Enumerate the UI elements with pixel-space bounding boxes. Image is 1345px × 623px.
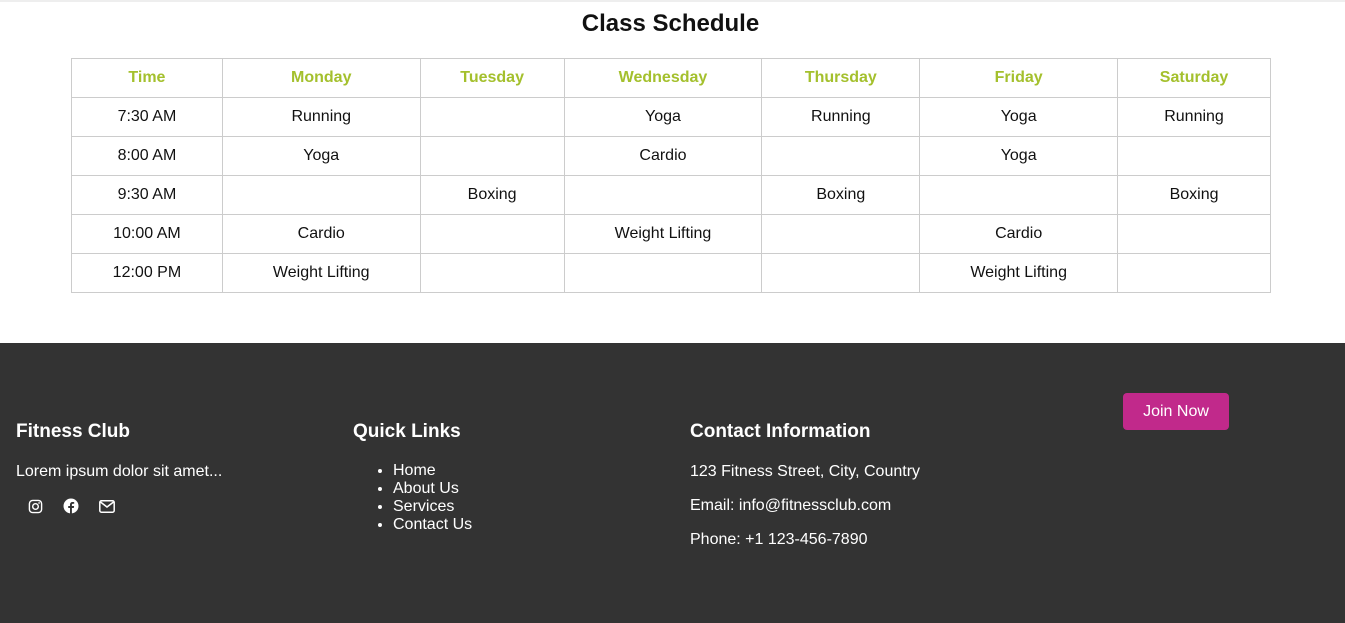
list-item: Contact Us	[393, 516, 673, 534]
class-cell: Boxing	[419, 175, 565, 215]
class-cell: Running	[1117, 97, 1271, 137]
class-cell	[1117, 136, 1271, 176]
table-row: 10:00 AM Cardio Weight Lifting Cardio	[71, 214, 1271, 254]
class-cell	[761, 214, 921, 254]
class-cell	[419, 136, 565, 176]
contact-email: Email: info@fitnessclub.com	[690, 497, 892, 514]
class-cell: Yoga	[563, 97, 763, 137]
header-thursday: Thursday	[761, 58, 921, 98]
class-cell: Cardio	[563, 136, 763, 176]
table-row: 9:30 AM Boxing Boxing Boxing	[71, 175, 1271, 215]
contact-phone: Phone: +1 123-456-7890	[690, 531, 868, 548]
link-about-us[interactable]: About Us	[393, 480, 459, 497]
class-cell	[1117, 214, 1271, 254]
class-cell: Weight Lifting	[221, 253, 421, 293]
class-cell: Boxing	[761, 175, 921, 215]
contact-title: Contact Information	[690, 421, 871, 442]
quick-links-list: Home About Us Services Contact Us	[353, 462, 673, 534]
table-row: 12:00 PM Weight Lifting Weight Lifting	[71, 253, 1271, 293]
link-contact-us[interactable]: Contact Us	[393, 516, 472, 533]
class-cell: Weight Lifting	[919, 253, 1119, 293]
class-cell: Yoga	[919, 136, 1119, 176]
time-cell: 9:30 AM	[71, 175, 223, 215]
header-saturday: Saturday	[1117, 58, 1271, 98]
table-row: 8:00 AM Yoga Cardio Yoga	[71, 136, 1271, 176]
instagram-icon[interactable]	[25, 496, 45, 516]
link-home[interactable]: Home	[393, 462, 436, 479]
schedule-table: Time Monday Tuesday Wednesday Thursday F…	[71, 58, 1271, 293]
class-cell	[761, 136, 921, 176]
footer-contact-column: Contact Information 123 Fitness Street, …	[690, 421, 1090, 550]
header-monday: Monday	[221, 58, 421, 98]
join-now-button[interactable]: Join Now	[1123, 393, 1229, 430]
class-cell: Yoga	[221, 136, 421, 176]
class-cell	[419, 214, 565, 254]
class-cell	[419, 253, 565, 293]
class-cell	[419, 97, 565, 137]
footer-brand-title: Fitness Club	[16, 421, 131, 442]
link-services[interactable]: Services	[393, 498, 454, 515]
facebook-icon[interactable]	[61, 496, 81, 516]
schedule-title: Class Schedule	[581, 10, 760, 37]
class-cell: Cardio	[919, 214, 1119, 254]
time-cell: 7:30 AM	[71, 97, 223, 137]
footer-quick-links-column: Quick Links Home About Us Services Conta…	[353, 421, 673, 534]
schedule-header-row: Time Monday Tuesday Wednesday Thursday F…	[71, 58, 1271, 98]
footer-brand-text: Lorem ipsum dolor sit amet...	[16, 463, 223, 480]
social-links	[16, 496, 336, 516]
quick-links-title: Quick Links	[353, 421, 461, 442]
class-cell: Running	[761, 97, 921, 137]
header-wednesday: Wednesday	[563, 58, 763, 98]
class-cell: Weight Lifting	[563, 214, 763, 254]
class-cell	[761, 253, 921, 293]
time-cell: 10:00 AM	[71, 214, 223, 254]
class-cell: Running	[221, 97, 421, 137]
header-time: Time	[71, 58, 223, 98]
class-cell	[563, 253, 763, 293]
class-cell	[1117, 253, 1271, 293]
class-cell	[919, 175, 1119, 215]
contact-address: 123 Fitness Street, City, Country	[690, 463, 921, 480]
time-cell: 12:00 PM	[71, 253, 223, 293]
footer-brand-column: Fitness Club Lorem ipsum dolor sit amet.…	[16, 421, 336, 516]
list-item: About Us	[393, 480, 673, 498]
header-tuesday: Tuesday	[419, 58, 565, 98]
class-cell	[221, 175, 421, 215]
table-row: 7:30 AM Running Yoga Running Yoga Runnin…	[71, 97, 1271, 137]
header-friday: Friday	[919, 58, 1119, 98]
class-cell: Yoga	[919, 97, 1119, 137]
class-cell: Boxing	[1117, 175, 1271, 215]
class-cell: Cardio	[221, 214, 421, 254]
envelope-icon[interactable]	[97, 496, 117, 516]
site-footer: Fitness Club Lorem ipsum dolor sit amet.…	[0, 343, 1345, 623]
list-item: Home	[393, 462, 673, 480]
time-cell: 8:00 AM	[71, 136, 223, 176]
list-item: Services	[393, 498, 673, 516]
class-schedule-section: Class Schedule Time Monday Tuesday Wedne…	[0, 0, 1345, 343]
class-cell	[563, 175, 763, 215]
